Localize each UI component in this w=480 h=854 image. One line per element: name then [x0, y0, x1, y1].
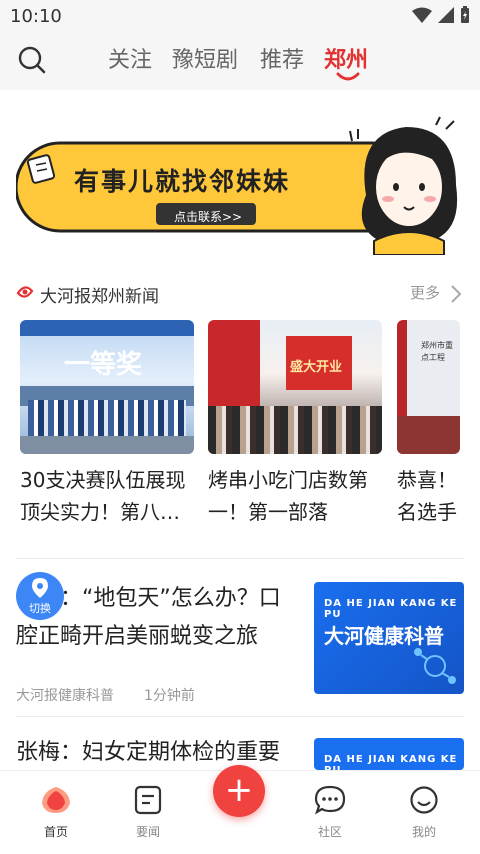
card-image-text: 一等奖 — [64, 350, 143, 380]
nav-community-label: 社区 — [317, 825, 342, 839]
news-section-header: 大河报郑州新闻 更多 — [16, 282, 464, 310]
news-card-caption: 烤串小吃门店数第一！第一部落6.0… — [208, 468, 368, 524]
nav-profile[interactable]: 我的 — [384, 785, 464, 840]
nav-home-label: 首页 — [43, 825, 68, 839]
home-icon — [42, 787, 70, 813]
news-card-caption: 30支决赛队伍展现顶尖实力！第八… — [20, 468, 186, 524]
nav-profile-label: 我的 — [411, 825, 436, 839]
tab-recommend[interactable]: 推荐 — [260, 42, 304, 74]
tab-follow[interactable]: 关注 — [108, 42, 152, 74]
card-image-text: 郑州市重点工程 — [421, 341, 453, 362]
divider — [16, 716, 464, 717]
news-card[interactable]: 盛大开业 烤串小吃门店数第一！第一部落6.0… — [208, 320, 382, 530]
location-switch-label: 切换 — [29, 602, 51, 615]
news-card[interactable]: 一等奖 30支决赛队伍展现顶尖实力！第八… — [20, 320, 194, 530]
section-title: 大河报郑州新闻 — [40, 287, 159, 307]
article-title[interactable]: 张梅：妇女定期体检的重要 — [16, 734, 302, 772]
tab-zhengzhou[interactable]: 郑州 — [324, 42, 368, 74]
thumb-pinyin: DA HE JIAN KANG KE PU — [324, 754, 458, 770]
chat-bubble-icon — [314, 785, 346, 815]
article-thumbnail[interactable]: DA HE JIAN KANG KE PU — [314, 738, 464, 770]
search-icon[interactable] — [16, 44, 48, 76]
news-card-image: 盛大开业 — [208, 320, 382, 454]
article-time: 1分钟前 — [144, 688, 195, 704]
article-source: 大河报健康科普 — [16, 688, 114, 704]
nav-home[interactable]: 首页 — [16, 785, 96, 840]
news-card-image: 郑州市重点工程 — [397, 320, 460, 454]
molecule-graphic — [414, 648, 456, 684]
banner-cta[interactable]: 点击联系>> — [164, 208, 252, 225]
dahe-logo-icon — [16, 286, 34, 298]
active-tab-indicator — [336, 72, 360, 81]
news-card[interactable]: 郑州市重点工程 恭喜！名选手 — [397, 320, 460, 530]
thumb-pinyin: DA HE JIAN KANG KE PU — [324, 598, 458, 620]
news-card-image: 一等奖 — [20, 320, 194, 454]
news-card-caption: 恭喜！名选手 — [397, 468, 457, 524]
wifi-icon — [412, 7, 432, 23]
smile-icon — [410, 786, 438, 814]
signal-icon — [438, 7, 454, 23]
tab-henan-short-drama[interactable]: 豫短剧 — [172, 42, 238, 74]
more-link[interactable]: 更多 — [410, 282, 440, 303]
status-bar — [0, 0, 480, 34]
chevron-right-icon[interactable] — [450, 284, 462, 304]
divider — [16, 558, 464, 559]
nav-news[interactable]: 要闻 — [108, 785, 188, 840]
status-time: 10:10 — [10, 6, 62, 27]
location-pin-icon — [32, 578, 48, 598]
news-icon — [134, 785, 162, 815]
status-icons — [412, 6, 470, 24]
nav-community[interactable]: 社区 — [290, 785, 370, 840]
card-image-text: 盛大开业 — [290, 360, 343, 375]
publish-plus-button[interactable]: + — [213, 765, 265, 817]
article-thumbnail[interactable]: DA HE JIAN KANG KE PU 大河健康科普 — [314, 582, 464, 694]
top-nav-bar — [0, 34, 480, 90]
battery-icon — [461, 6, 469, 23]
nav-news-label: 要闻 — [135, 825, 160, 839]
promo-banner[interactable]: 有事儿就找邻妹妹 点击联系>> — [16, 105, 464, 255]
banner-headline: 有事儿就找邻妹妹 — [74, 167, 291, 196]
location-switch-button[interactable]: 切换 — [16, 572, 64, 620]
